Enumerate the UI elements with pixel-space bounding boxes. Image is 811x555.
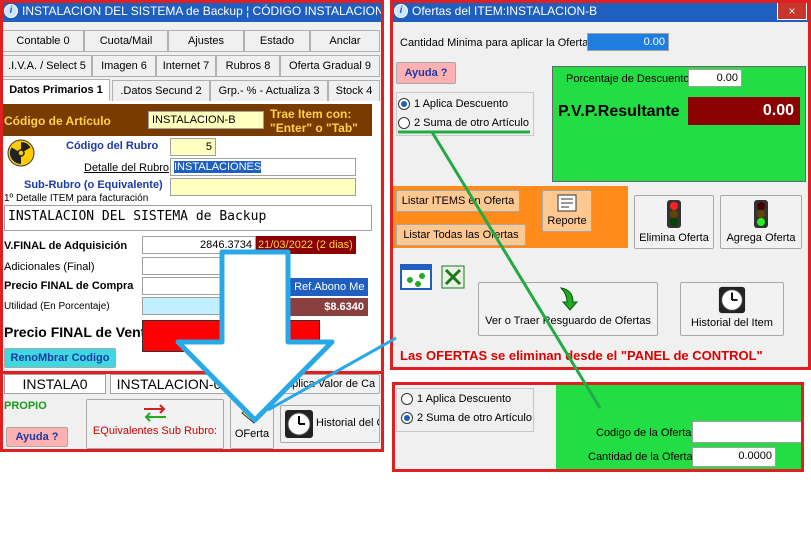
ofertas-window-frame: [390, 0, 811, 370]
suma-articulo-frame: [392, 382, 804, 472]
left-window-frame: [0, 0, 384, 374]
left-bottom-frame: [0, 371, 384, 452]
